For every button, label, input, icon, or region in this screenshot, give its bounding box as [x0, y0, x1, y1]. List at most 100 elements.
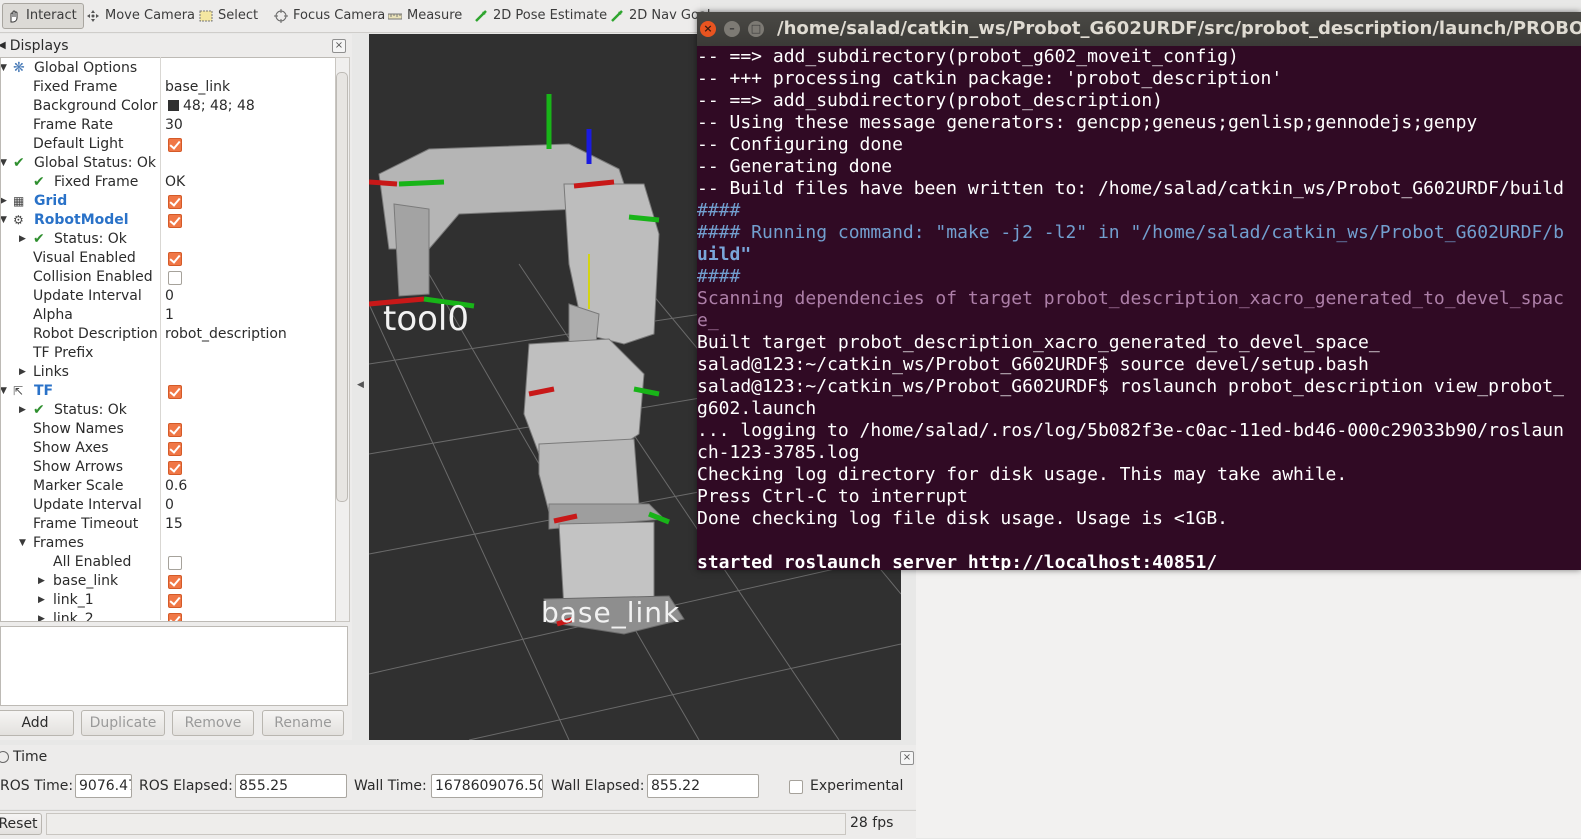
tree-row-robotmodel[interactable]: ▼ ⚙ RobotModel [1, 211, 335, 230]
tree-row-fixed-frame-status[interactable]: ✔ Fixed Frame OK [1, 173, 335, 192]
show-axes-checkbox[interactable] [168, 442, 182, 456]
terminal-titlebar[interactable]: × – □ /home/salad/catkin_ws/Probot_G602U… [697, 12, 1581, 46]
base-link-checkbox[interactable] [168, 575, 182, 589]
tool-2d-pose-estimate[interactable]: 2D Pose Estimate [474, 5, 607, 27]
tree-row-global-status[interactable]: ▼ ✔ Global Status: Ok [1, 154, 335, 173]
row-label: Update Interval [33, 497, 142, 513]
tool-measure[interactable]: Measure [388, 5, 462, 27]
tree-scrollbar-thumb[interactable] [336, 72, 348, 502]
expand-arrow-icon[interactable]: ▼ [19, 534, 26, 553]
time-close-icon[interactable]: × [900, 751, 914, 765]
show-arrows-checkbox[interactable] [168, 461, 182, 475]
ros-elapsed-field[interactable]: 855.25 [235, 774, 347, 798]
row-value[interactable]: 0 [165, 287, 174, 306]
show-names-checkbox[interactable] [168, 423, 182, 437]
tool-2d-nav-goal[interactable]: 2D Nav Goal [610, 5, 711, 27]
rename-button[interactable]: Rename [262, 710, 344, 736]
experimental-checkbox[interactable] [789, 780, 803, 794]
tree-row-tf-update-interval[interactable]: Update Interval 0 [1, 496, 335, 515]
tree-row-base-link[interactable]: ▶ base_link [1, 572, 335, 591]
row-value[interactable]: 30 [165, 116, 183, 135]
link-2-checkbox[interactable] [168, 613, 182, 621]
tree-row-links[interactable]: ▶ Links [1, 363, 335, 382]
tree-row-link-1[interactable]: ▶ link_1 [1, 591, 335, 610]
tool-select[interactable]: Select [199, 5, 258, 27]
expand-arrow-icon[interactable]: ▶ [19, 363, 26, 382]
row-value[interactable]: 0.6 [165, 477, 187, 496]
tree-row-show-arrows[interactable]: Show Arrows [1, 458, 335, 477]
row-label: Grid [34, 193, 68, 209]
tool-interact[interactable]: Interact [2, 3, 84, 29]
fps-indicator: 28 fps [850, 815, 894, 831]
tree-row-marker-scale[interactable]: Marker Scale 0.6 [1, 477, 335, 496]
visual-enabled-checkbox[interactable] [168, 252, 182, 266]
tool-focus-camera[interactable]: Focus Camera [274, 5, 385, 27]
expand-arrow-icon[interactable]: ▼ [1, 382, 7, 401]
remove-button[interactable]: Remove [172, 710, 254, 736]
minimize-window-icon[interactable]: – [724, 21, 740, 37]
wall-time-field[interactable]: 1678609076.50 [431, 774, 543, 798]
link-1-checkbox[interactable] [168, 594, 182, 608]
tree-row-tf-status[interactable]: ▶ ✔ Status: Ok [1, 401, 335, 420]
expand-arrow-icon[interactable]: ▼ [1, 154, 7, 173]
close-window-icon[interactable]: × [700, 21, 716, 37]
tree-row-collision-enabled[interactable]: Collision Enabled [1, 268, 335, 287]
duplicate-button[interactable]: Duplicate [81, 710, 165, 736]
tree-row-robotmodel-status[interactable]: ▶ ✔ Status: Ok [1, 230, 335, 249]
tree-row-frame-rate[interactable]: Frame Rate 30 [1, 116, 335, 135]
expand-arrow-icon[interactable]: ▶ [1, 192, 7, 211]
tree-row-alpha[interactable]: Alpha 1 [1, 306, 335, 325]
tree-row-show-axes[interactable]: Show Axes [1, 439, 335, 458]
default-light-checkbox[interactable] [168, 138, 182, 152]
row-label: Marker Scale [33, 478, 124, 494]
expand-arrow-icon[interactable]: ▼ [1, 59, 7, 78]
tree-row-fixed-frame[interactable]: Fixed Frame base_link [1, 78, 335, 97]
reset-button[interactable]: Reset [0, 813, 42, 835]
splitter-handle-icon[interactable]: ◀ [357, 380, 364, 390]
tree-row-robot-description[interactable]: Robot Description robot_description [1, 325, 335, 344]
tree-row-global-options[interactable]: ▼ ❋ Global Options [1, 59, 335, 78]
tree-row-background-color[interactable]: Background Color 48; 48; 48 [1, 97, 335, 116]
grid-checkbox[interactable] [168, 195, 182, 209]
add-button[interactable]: Add [0, 710, 74, 736]
tree-row-all-enabled[interactable]: All Enabled [1, 553, 335, 572]
tree-row-update-interval[interactable]: Update Interval 0 [1, 287, 335, 306]
tf-checkbox[interactable] [168, 385, 182, 399]
row-value[interactable]: 1 [165, 306, 174, 325]
color-swatch[interactable]: 48; 48; 48 [168, 97, 255, 116]
tool-move-camera[interactable]: Move Camera [86, 5, 195, 27]
row-value[interactable]: 15 [165, 515, 183, 534]
row-label: Background Color [33, 98, 158, 114]
wall-elapsed-field[interactable]: 855.22 [647, 774, 759, 798]
row-label: TF [34, 383, 54, 399]
collapse-arrow-icon[interactable]: ◀ [0, 36, 6, 56]
expand-arrow-icon[interactable]: ▼ [1, 211, 7, 230]
expand-arrow-icon[interactable]: ▶ [38, 591, 45, 610]
tree-row-frame-timeout[interactable]: Frame Timeout 15 [1, 515, 335, 534]
tree-row-show-names[interactable]: Show Names [1, 420, 335, 439]
tree-row-visual-enabled[interactable]: Visual Enabled [1, 249, 335, 268]
maximize-window-icon[interactable]: □ [748, 21, 764, 37]
row-value[interactable]: base_link [165, 78, 230, 97]
tree-row-tf[interactable]: ▼ ⇱ TF [1, 382, 335, 401]
expand-arrow-icon[interactable]: ▶ [38, 572, 45, 591]
robotmodel-checkbox[interactable] [168, 214, 182, 228]
tree-row-link-2[interactable]: ▶ link_2 [1, 610, 335, 621]
expand-arrow-icon[interactable]: ▶ [19, 401, 26, 420]
row-value[interactable]: robot_description [165, 325, 287, 344]
displays-close-icon[interactable]: × [332, 39, 346, 53]
all-enabled-checkbox[interactable] [168, 556, 182, 570]
ros-time-field[interactable]: 9076.47 [75, 774, 132, 798]
time-header: Time [0, 747, 47, 767]
expand-arrow-icon[interactable]: ▶ [19, 230, 26, 249]
expand-arrow-icon[interactable]: ▶ [38, 610, 45, 621]
tree-row-default-light[interactable]: Default Light [1, 135, 335, 154]
tree-row-tf-prefix[interactable]: TF Prefix [1, 344, 335, 363]
terminal-title: /home/salad/catkin_ws/Probot_G602URDF/sr… [777, 18, 1581, 39]
row-value[interactable]: 0 [165, 496, 174, 515]
tree-row-grid[interactable]: ▶ ▦ Grid [1, 192, 335, 211]
collision-enabled-checkbox[interactable] [168, 271, 182, 285]
terminal-window[interactable]: × – □ /home/salad/catkin_ws/Probot_G602U… [697, 12, 1581, 570]
tree-row-frames[interactable]: ▼ Frames [1, 534, 335, 553]
terminal-output[interactable]: -- ==> add_subdirectory(probot_g602_move… [697, 46, 1581, 570]
